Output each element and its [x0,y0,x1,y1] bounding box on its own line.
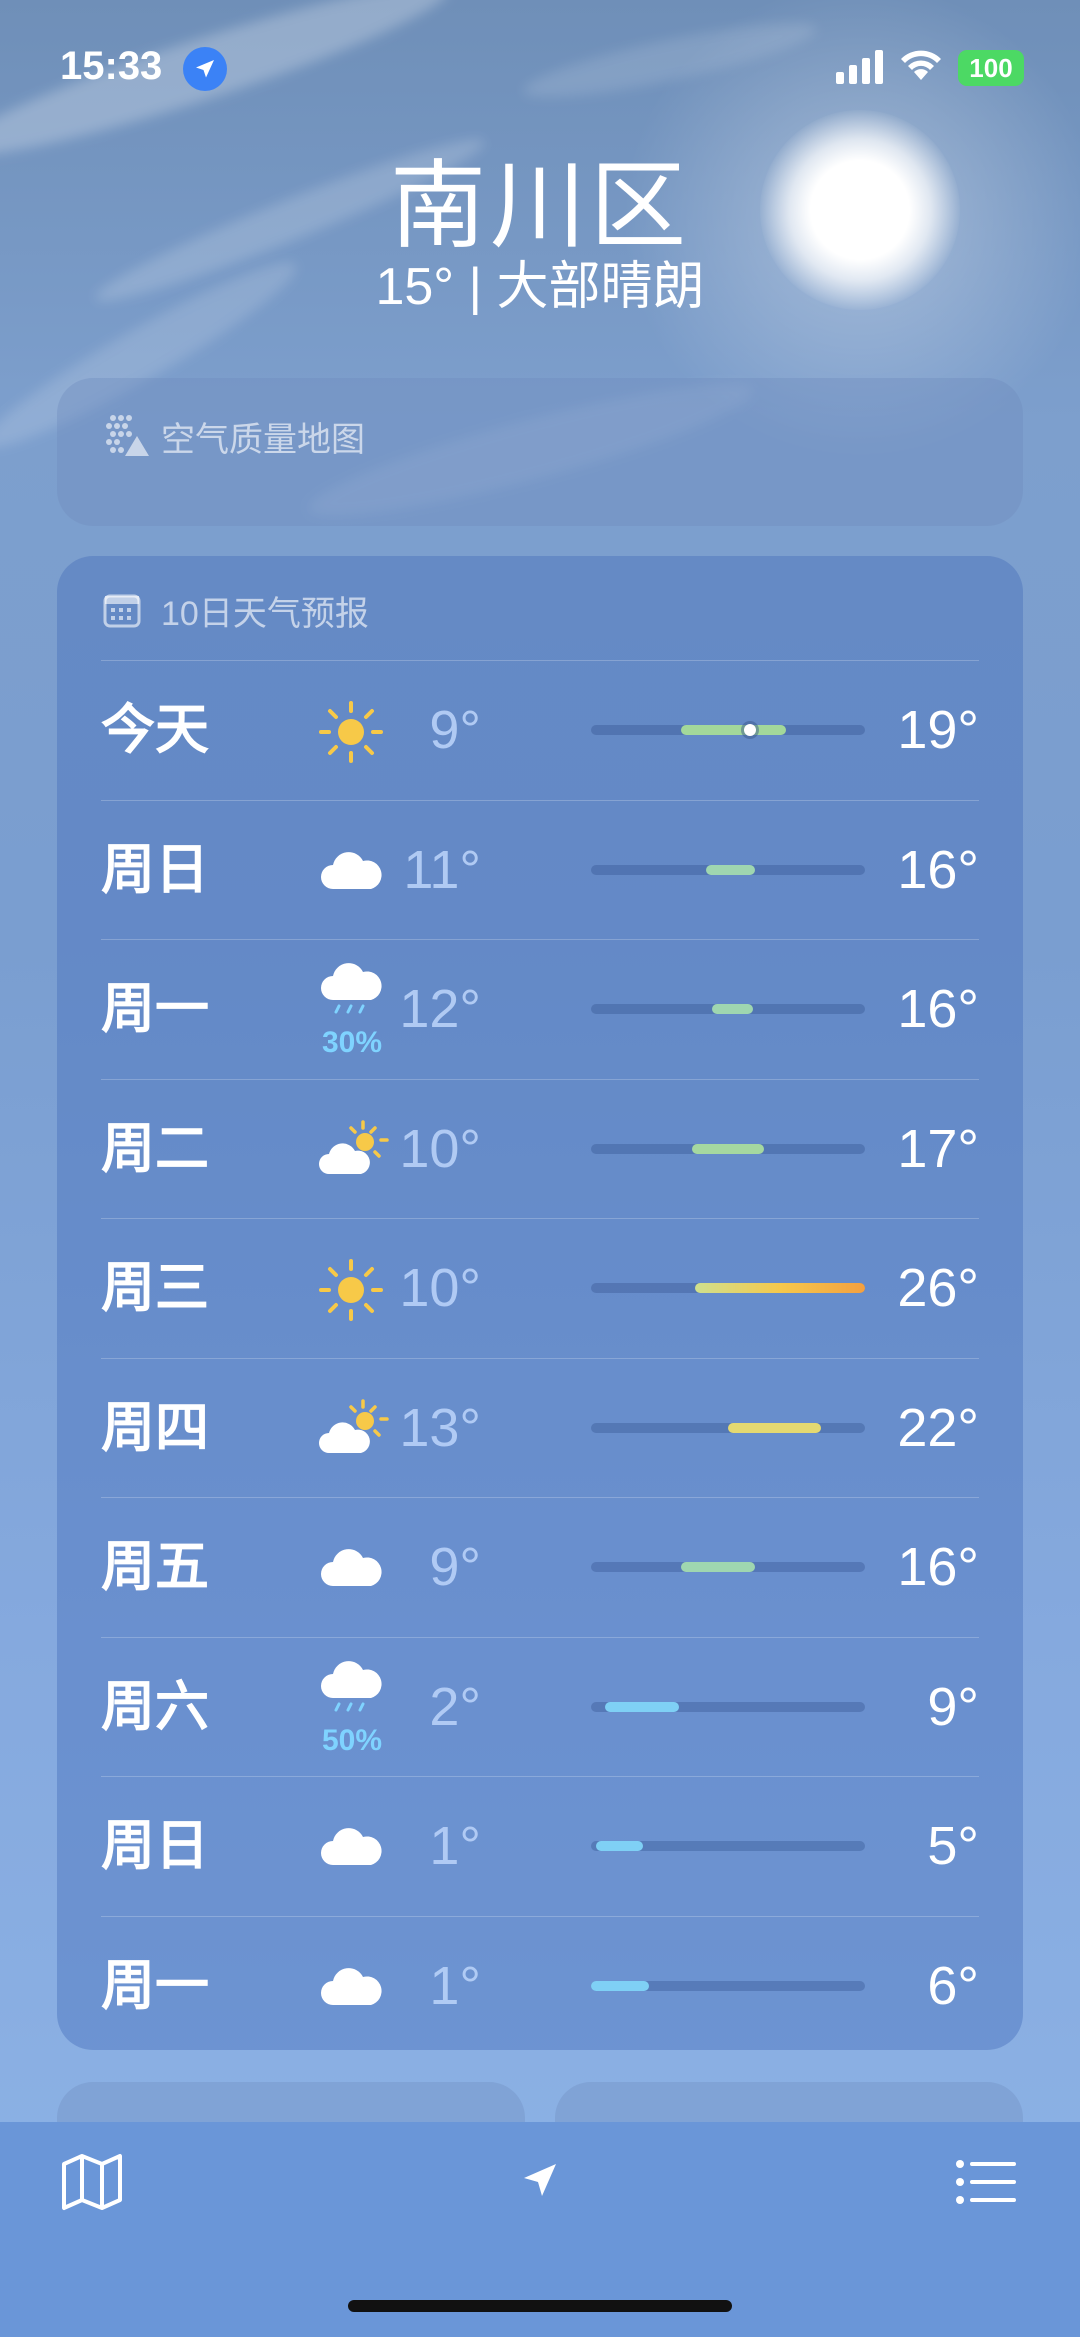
high-temperature: 16° [897,979,979,1039]
forecast-day-label: 周日 [101,1816,209,1876]
forecast-day-label: 周一 [101,1955,209,2016]
temperature-range-bar [591,864,865,875]
temperature-range-fill [692,1143,764,1154]
high-temperature: 9° [927,1676,979,1737]
home-indicator [348,2300,732,2312]
temperature-range-bar [591,1841,865,1851]
forecast-row[interactable]: 周一 1° 6° [101,1915,979,2056]
forecast-row[interactable]: 周一 30% 12° 16° [101,939,979,1079]
forecast-day-label: 周二 [101,1118,209,1179]
forecast-row[interactable]: 周五 9° 16° [101,1497,979,1637]
forecast-day-label: 今天 [101,700,209,760]
air-quality-map-title: 空气质量地图 [161,421,365,459]
forecast-row[interactable]: 周二 10° 17° [101,1078,979,1219]
forecast-day-label: 周三 [101,1258,209,1318]
map-icon[interactable] [60,2150,124,2214]
temperature-range-bar [591,1701,865,1712]
forecast-day-label: 周一 [101,979,209,1039]
low-temperature: 9° [429,700,481,760]
location-arrow-icon[interactable] [520,2160,560,2200]
battery-indicator: 100 [958,50,1024,86]
wifi-icon [901,50,941,80]
temperature-range-bar [591,1143,865,1154]
high-temperature: 16° [897,1537,979,1597]
high-temperature: 5° [927,1816,979,1876]
temperature-range-bar [591,1562,865,1572]
low-temperature: 1° [429,1816,481,1876]
temperature-range-bar [591,724,865,736]
air-quality-map-card[interactable]: 空气质量地图 [57,378,1023,526]
temperature-range-bar [591,1004,865,1014]
forecast-day-label: 周五 [101,1537,209,1597]
forecast-day-label: 周六 [101,1676,209,1737]
low-temperature: 12° [399,979,481,1039]
ten-day-forecast-card[interactable]: 10日天气预报 今天 9° 19° 周日 11° 16° 周一 30% 12° 16… [57,556,1023,2050]
low-temperature: 2° [429,1676,481,1737]
high-temperature: 6° [927,1955,979,2016]
forecast-row[interactable]: 周日 1° 5° [101,1776,979,1916]
low-temperature: 11° [403,839,481,900]
forecast-row[interactable]: 周六 50% 2° 9° [101,1636,979,1777]
list-icon[interactable] [954,2150,1018,2214]
forecast-row[interactable]: 今天 9° 19° [101,660,979,800]
high-temperature: 19° [897,700,979,760]
temperature-range-fill [706,864,756,875]
temperature-range-fill [711,1004,753,1014]
high-temperature: 22° [897,1397,979,1458]
temperature-range-fill [596,1841,644,1851]
temperature-range-fill [604,1701,679,1712]
temperature-range-fill [681,725,786,735]
low-temperature: 13° [399,1397,481,1458]
calendar-icon [103,594,141,628]
temperature-range-fill [591,1980,649,1991]
low-temperature: 9° [429,1537,481,1597]
low-temperature: 10° [399,1258,481,1318]
forecast-row[interactable]: 周三 10° 26° [101,1218,979,1358]
location-services-icon [183,47,227,91]
status-time: 15:33 [60,44,163,88]
low-temperature: 1° [429,1955,481,2016]
low-temperature: 10° [399,1118,481,1179]
temperature-range-bar [591,1980,865,1991]
status-bar: 15:33 100 [0,0,1080,130]
temperature-range-bar [591,1422,865,1433]
high-temperature: 16° [897,839,979,900]
temperature-range-bar [591,1283,865,1293]
temperature-range-fill [728,1422,822,1433]
cellular-signal-icon [836,50,883,84]
forecast-row[interactable]: 周日 11° 16° [101,799,979,940]
high-temperature: 26° [897,1258,979,1318]
air-quality-map-icon [106,415,149,456]
forecast-day-label: 周四 [101,1397,209,1458]
current-temperature-dot [743,724,756,736]
current-weather-summary: 15° | 大部晴朗 [375,258,705,316]
forecast-row[interactable]: 周四 13° 22° [101,1357,979,1498]
high-temperature: 17° [897,1118,979,1179]
temperature-range-fill [681,1562,756,1572]
forecast-day-label: 周日 [101,839,209,900]
forecast-title: 10日天气预报 [161,595,369,633]
